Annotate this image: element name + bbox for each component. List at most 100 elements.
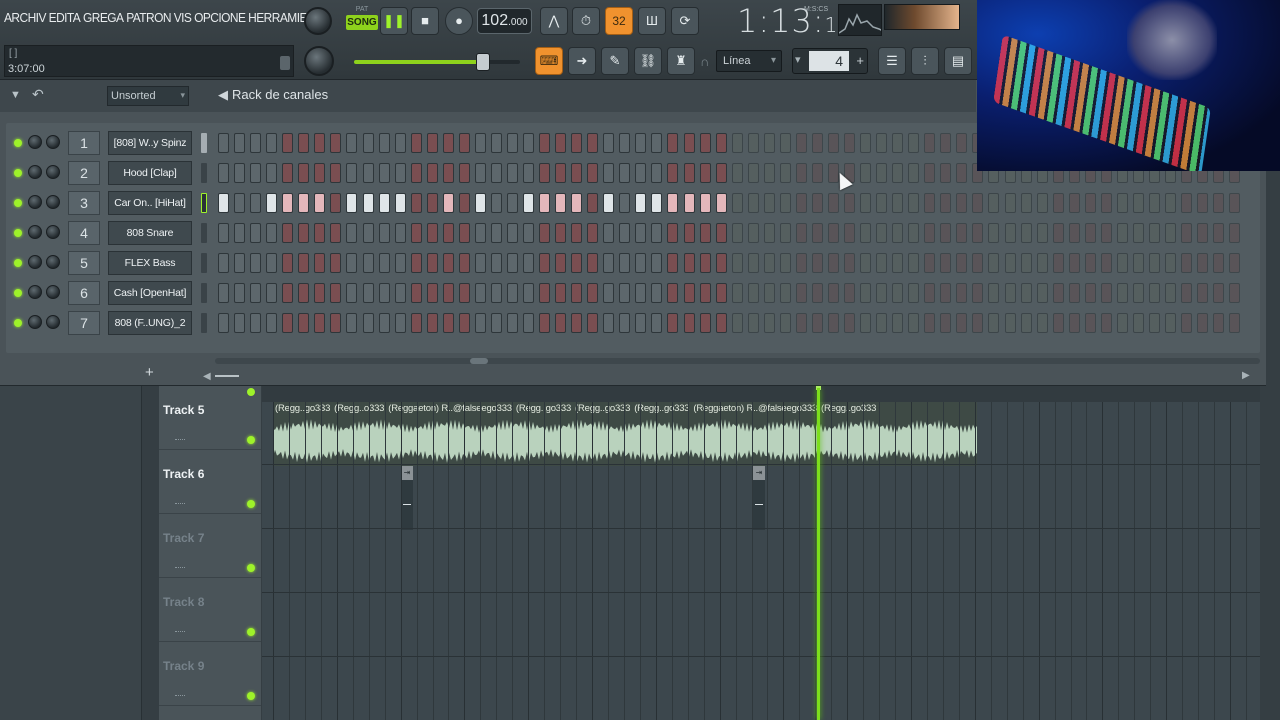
lock-icon[interactable] [280,56,290,70]
step-button[interactable] [346,253,358,273]
step-button[interactable] [844,283,855,303]
step-button[interactable] [892,193,904,213]
step-button[interactable] [763,163,775,183]
step-button[interactable] [218,223,229,243]
channel-mute-led[interactable] [14,139,22,147]
step-button[interactable] [1181,193,1192,213]
step-button[interactable] [218,283,229,303]
step-button[interactable] [378,193,390,213]
step-button[interactable] [892,223,904,243]
step-button[interactable] [410,283,422,303]
step-button[interactable] [282,283,294,303]
step-button[interactable] [747,253,759,273]
step-button[interactable] [924,223,936,243]
step-button[interactable] [892,283,904,303]
step-button[interactable] [314,223,326,243]
step-button[interactable] [1100,223,1112,243]
step-button[interactable] [619,283,631,303]
step-button[interactable] [571,223,583,243]
step-button[interactable] [715,283,727,303]
step-button[interactable] [1004,253,1016,273]
step-button[interactable] [827,133,839,153]
step-button[interactable] [410,253,422,273]
step-button[interactable] [587,133,599,153]
track-grip[interactable] [175,503,185,505]
step-button[interactable] [218,253,229,273]
step-button[interactable] [715,223,727,243]
step-button[interactable] [988,283,1000,303]
track-header[interactable]: Track 9 [159,642,261,706]
step-button[interactable] [603,133,615,153]
step-button[interactable] [731,133,743,153]
step-button[interactable] [876,193,888,213]
step-button[interactable] [731,283,743,303]
step-button[interactable] [908,193,920,213]
mixer-track-number[interactable]: 7 [68,311,100,335]
step-button[interactable] [1036,253,1048,273]
step-button[interactable] [747,223,759,243]
step-button[interactable] [779,193,791,213]
step-button[interactable] [506,193,518,213]
step-button[interactable] [1132,283,1144,303]
step-button[interactable] [523,223,534,243]
step-button[interactable] [892,133,904,153]
step-button[interactable] [924,313,936,333]
channel-volume-knob[interactable] [28,315,42,329]
step-button[interactable] [571,163,583,183]
step-button[interactable] [683,163,695,183]
rack-options-icon[interactable]: ▼ [10,89,21,101]
step-button[interactable] [1052,253,1064,273]
step-button[interactable] [282,223,294,243]
step-button[interactable] [747,283,759,303]
step-button[interactable] [250,313,262,333]
track-4-led[interactable] [247,388,255,396]
step-button[interactable] [1084,223,1096,243]
step-button[interactable] [763,223,775,243]
step-button[interactable] [763,193,775,213]
step-button[interactable] [234,223,246,243]
step-button[interactable] [458,313,470,333]
step-button[interactable] [266,283,278,303]
step-button[interactable] [1181,313,1192,333]
step-button[interactable] [747,163,759,183]
step-button[interactable] [940,163,952,183]
step-button[interactable] [490,283,502,303]
step-button[interactable] [860,283,871,303]
step-dropdown-icon[interactable]: ▾ [795,53,801,66]
step-button[interactable] [988,253,1000,273]
step-button[interactable] [1165,253,1176,273]
channel-volume-knob[interactable] [28,195,42,209]
channel-mute-led[interactable] [14,289,22,297]
magnet-icon[interactable]: ∩ [700,54,709,69]
step-button[interactable] [827,283,839,303]
step-button[interactable] [1068,253,1080,273]
step-button[interactable] [1004,193,1016,213]
step-button[interactable] [410,163,422,183]
step-button[interactable] [490,223,502,243]
step-button[interactable] [442,133,454,153]
step-button[interactable] [555,163,566,183]
step-button[interactable] [298,193,310,213]
step-button[interactable] [619,313,631,333]
step-button[interactable] [458,283,470,303]
step-button[interactable] [795,313,807,333]
step-button[interactable] [362,133,374,153]
step-button[interactable] [956,223,968,243]
step-button[interactable] [731,313,743,333]
channel-name-button[interactable]: [808] W..y Spinz [108,131,192,155]
step-button[interactable] [539,313,550,333]
loop-record-icon[interactable]: ⟳ [671,7,699,35]
step-button[interactable] [314,283,326,303]
step-button[interactable] [811,193,823,213]
step-button[interactable] [811,313,823,333]
step-button[interactable] [827,313,839,333]
zoom-slider[interactable] [214,375,239,378]
step-button[interactable] [555,253,566,273]
step-button[interactable] [988,223,1000,243]
step-button[interactable] [1148,313,1160,333]
step-button[interactable] [506,313,518,333]
step-button[interactable] [731,163,743,183]
step-button[interactable] [924,253,936,273]
step-button[interactable] [330,193,342,213]
track-header[interactable]: Track 6 [159,450,261,514]
